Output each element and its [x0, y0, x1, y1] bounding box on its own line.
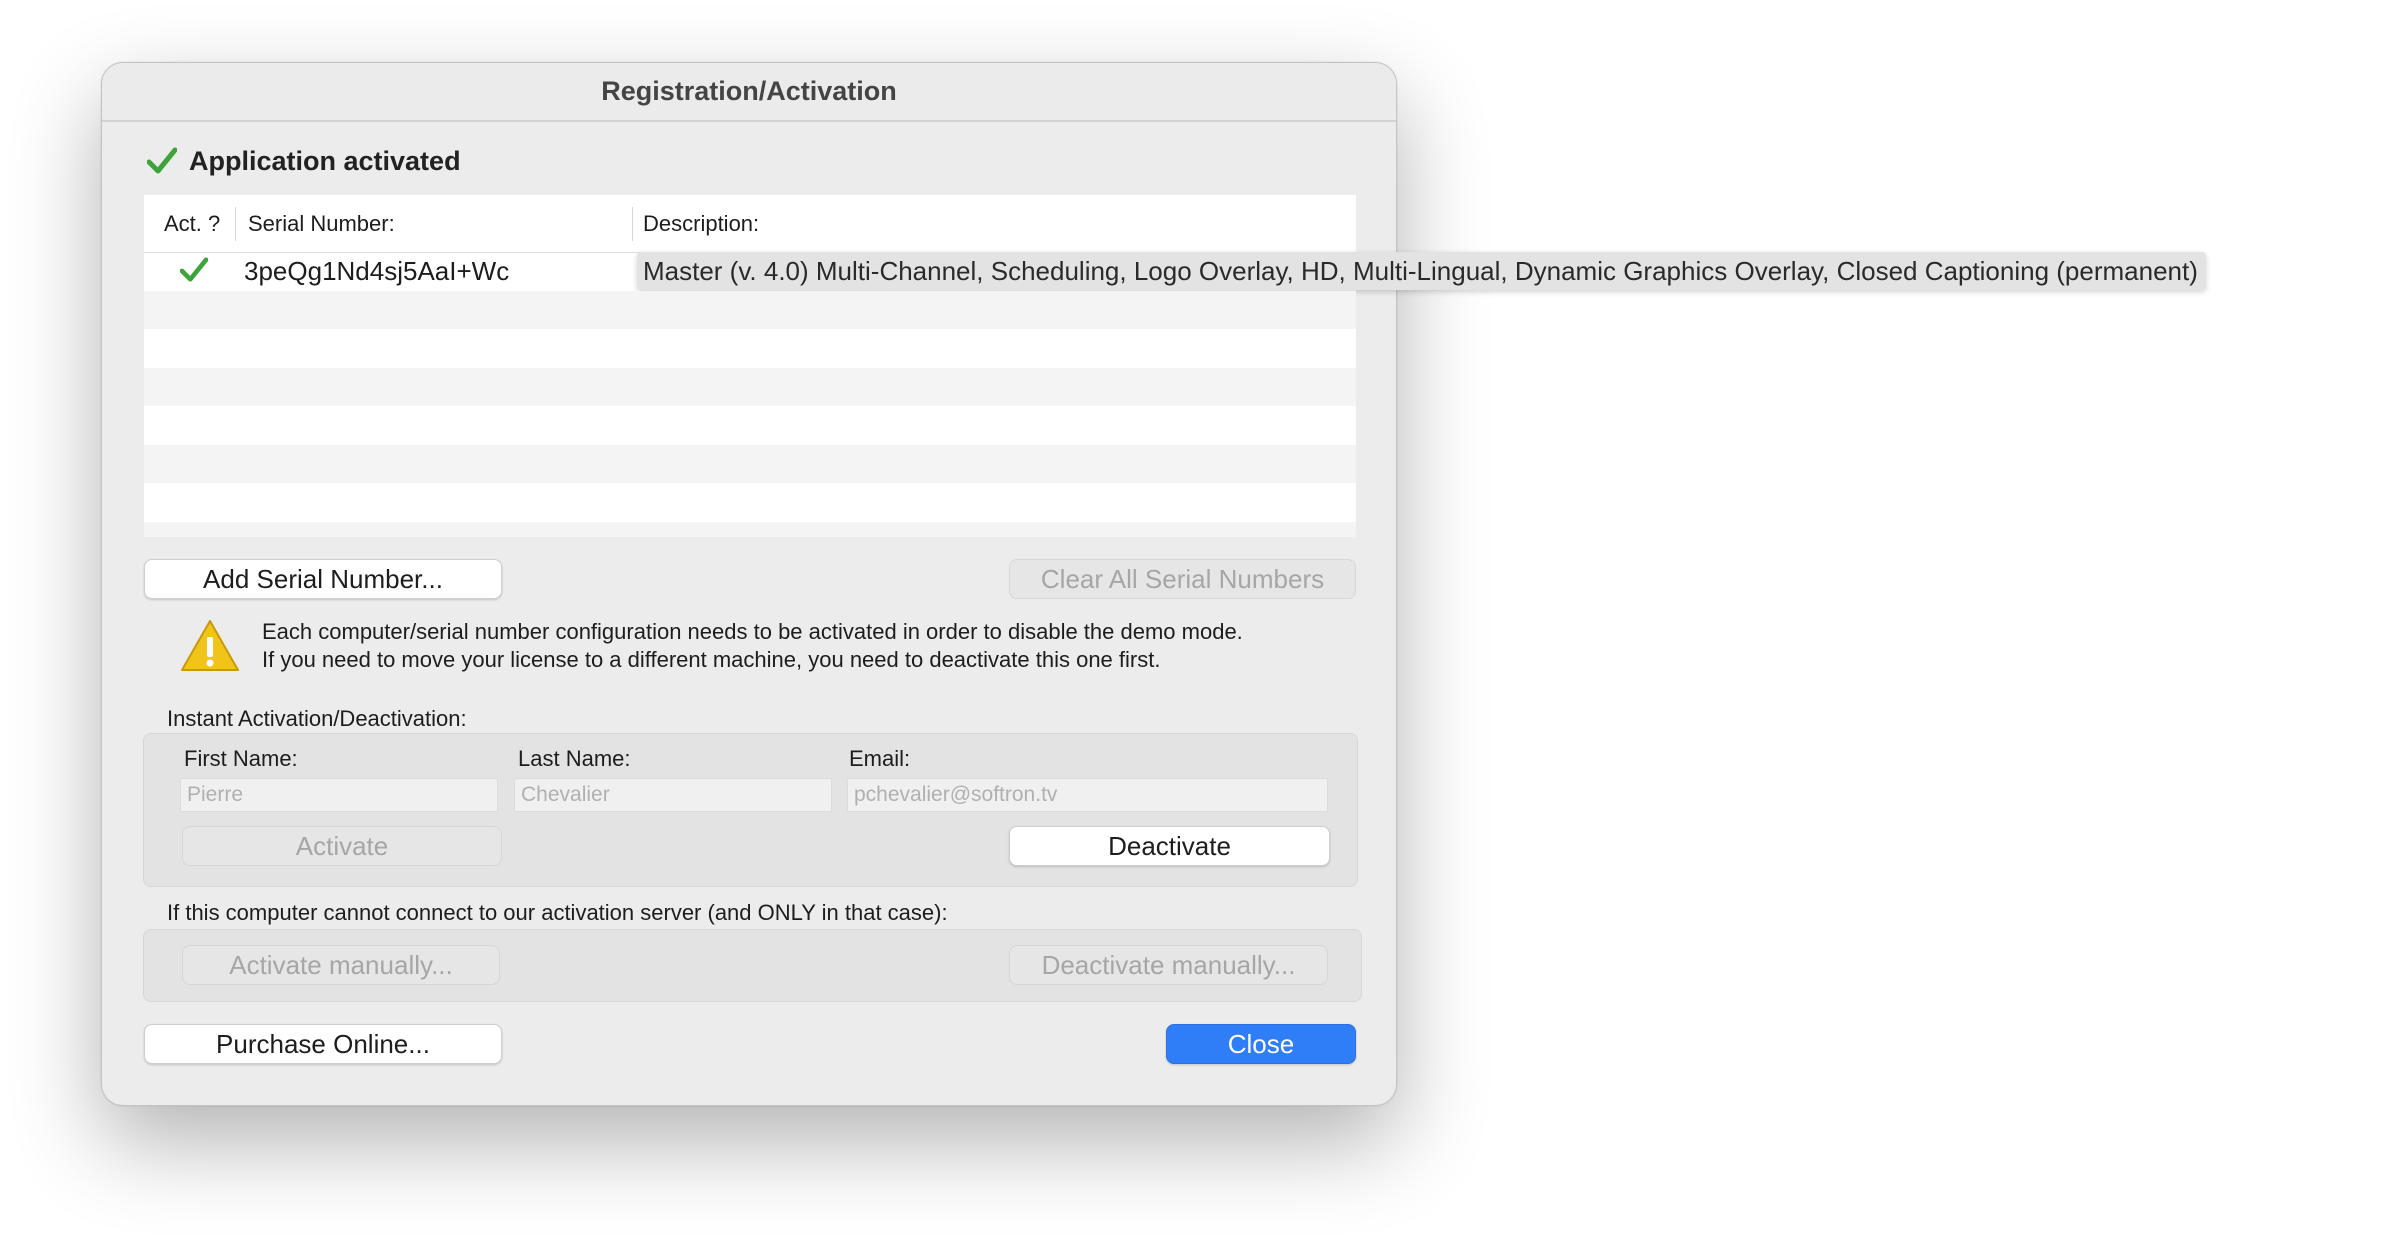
warning-notice: Each computer/serial number configuratio… [180, 618, 1243, 679]
activate-manually-button[interactable]: Activate manually... [182, 945, 500, 985]
manual-activation-group: Activate manually... Deactivate manually… [143, 929, 1362, 1002]
column-divider [632, 207, 633, 241]
warning-line-1: Each computer/serial number configuratio… [262, 619, 1243, 644]
checkmark-icon [147, 147, 177, 175]
clear-all-serials-button[interactable]: Clear All Serial Numbers [1009, 559, 1356, 599]
window-title: Registration/Activation [102, 63, 1396, 122]
instant-activation-label: Instant Activation/Deactivation: [167, 706, 467, 731]
table-header: Act. ? Serial Number: Description: [144, 195, 1356, 253]
close-button[interactable]: Close [1166, 1024, 1356, 1064]
purchase-online-button[interactable]: Purchase Online... [144, 1024, 502, 1064]
empty-row [144, 290, 1356, 329]
first-name-field[interactable]: Pierre [180, 778, 498, 812]
activation-status: Application activated [147, 141, 461, 181]
last-name-field[interactable]: Chevalier [514, 778, 832, 812]
description-cell: Master (v. 4.0) Multi-Channel, Schedulin… [637, 252, 2206, 290]
empty-row [144, 367, 1356, 406]
activate-button[interactable]: Activate [182, 826, 502, 866]
empty-row [144, 483, 1356, 522]
first-name-label: First Name: [184, 746, 298, 771]
column-header-description[interactable]: Description: [643, 195, 759, 252]
warning-text: Each computer/serial number configuratio… [262, 618, 1243, 674]
warning-line-2: If you need to move your license to a di… [262, 647, 1161, 672]
deactivate-button[interactable]: Deactivate [1009, 826, 1330, 866]
email-field[interactable]: pchevalier@softron.tv [847, 778, 1328, 812]
deactivate-manually-button[interactable]: Deactivate manually... [1009, 945, 1328, 985]
empty-row [144, 521, 1356, 537]
column-divider [235, 207, 236, 241]
warning-icon [180, 618, 240, 679]
status-text: Application activated [189, 145, 461, 176]
table-row[interactable]: 3peQg1Nd4sj5AaI+Wc Master (v. 4.0) Multi… [144, 252, 2206, 291]
table-body: 3peQg1Nd4sj5AaI+Wc Master (v. 4.0) Multi… [144, 252, 2206, 537]
empty-row [144, 329, 1356, 368]
last-name-label: Last Name: [518, 746, 631, 771]
manual-activation-label: If this computer cannot connect to our a… [167, 900, 948, 925]
instant-activation-group: First Name: Last Name: Email: Pierre Che… [143, 733, 1358, 887]
registration-dialog: Registration/Activation Application acti… [101, 62, 2206, 1106]
empty-row [144, 406, 1356, 445]
add-serial-button[interactable]: Add Serial Number... [144, 559, 502, 599]
email-label: Email: [849, 746, 911, 771]
column-header-serial[interactable]: Serial Number: [248, 195, 395, 252]
column-header-activated[interactable]: Act. ? [164, 195, 220, 252]
serial-table[interactable]: Act. ? Serial Number: Description: 3peQg… [144, 195, 2206, 537]
serial-number-cell: 3peQg1Nd4sj5AaI+Wc [244, 256, 510, 286]
activated-check-icon [179, 257, 209, 288]
empty-row [144, 444, 1356, 483]
